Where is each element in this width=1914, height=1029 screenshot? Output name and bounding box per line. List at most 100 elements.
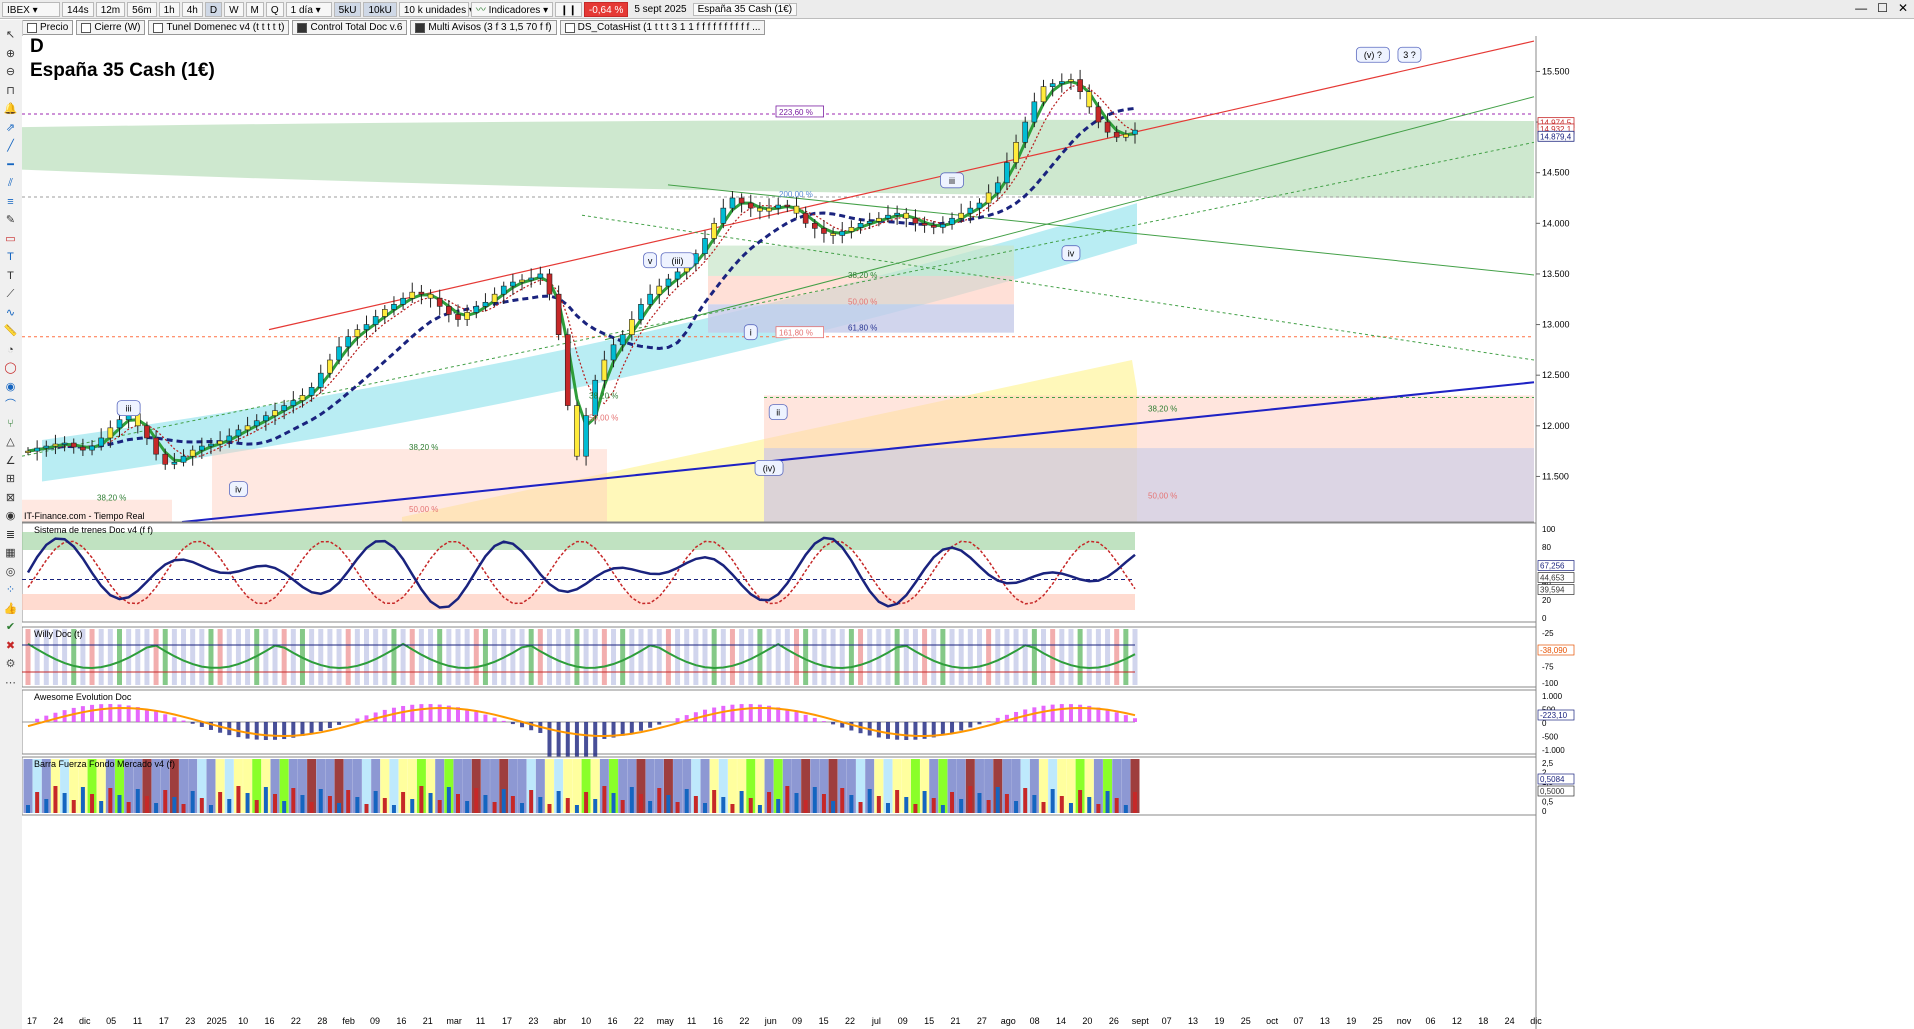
cursor-icon[interactable]: ↖ [3,28,18,42]
pause-button[interactable]: ❙❙ [555,1,582,17]
delete-icon[interactable]: ✖ [3,639,18,653]
indicator-tab[interactable]: Tunel Domenec v4 (t t t t t) [148,20,290,35]
cycle-icon[interactable]: ◔ [3,343,18,357]
timeframe-M-button[interactable]: M [245,1,264,17]
magnet-icon[interactable]: ⊓ [3,84,18,98]
fib-label: 50,00 % [409,505,438,514]
ruler-icon[interactable]: 📏 [3,324,18,338]
arrow-icon[interactable]: ⇗ [3,121,18,135]
checkbox-icon[interactable] [153,22,164,33]
zoom-out-icon[interactable]: ⊖ [3,65,18,79]
candle-body [244,425,251,431]
candle-body [272,410,278,416]
triangle-icon[interactable]: △ [3,435,18,449]
lock-icon[interactable]: ⊠ [3,491,18,505]
ao-bar [273,722,278,740]
maximize-icon[interactable]: ☐ [1877,1,1888,15]
line-icon[interactable]: ╱ [3,139,18,153]
pitchfork-icon[interactable]: ⑂ [3,417,18,431]
unit-10k-button[interactable]: 10kU [363,1,397,17]
candle-body [144,425,150,439]
symbol-select[interactable]: IBEX ▾ [2,1,60,17]
period-select[interactable]: 1 día ▾ [285,1,332,17]
ao-bar [995,717,1000,722]
ellipse-icon[interactable]: ◯ [3,361,18,375]
strength-sub-bar [135,789,140,813]
indicator-tab[interactable]: Precio [22,20,74,35]
rect-icon[interactable]: ▭ [3,232,18,246]
alert-icon[interactable]: 🔔 [3,102,18,116]
unit-5k-button[interactable]: 5kU [333,1,362,17]
more-icon[interactable]: ⋯ [3,676,18,690]
wave-icon[interactable]: ∿ [3,306,18,320]
checkbox-icon[interactable] [564,22,575,33]
timeframe-Q-button[interactable]: Q [265,1,284,17]
timeframe-12m-button[interactable]: 12m [95,1,126,17]
candle-body [976,202,983,209]
pen-icon[interactable]: ✎ [3,213,18,227]
top-toolbar: IBEX ▾ 144s 12m 56m 1h 4h D W M Q 1 día ▾ 5kU 10… [0,0,1914,19]
settings-icon[interactable]: ⚙ [3,657,18,671]
ao-bar [593,722,598,762]
angle-icon[interactable]: ∠ [3,454,18,468]
timeframe-W-button[interactable]: W [224,1,244,17]
ao-bar [885,722,890,739]
candle-body [482,301,489,307]
strength-sub-bar [931,798,936,813]
timeframe-144s-button[interactable]: 144s [62,1,94,17]
strength-sub-bar [1032,795,1037,813]
hline-icon[interactable]: ━ [3,158,18,172]
grid-icon[interactable]: ⊞ [3,472,18,486]
willy-bar [711,629,717,685]
fib-icon[interactable]: ≡ [3,195,18,209]
timeframe-D-button[interactable]: D [204,1,223,17]
willy-bar [482,629,488,685]
timeframe-1h-button[interactable]: 1h [158,1,180,17]
minimize-icon[interactable]: — [1855,1,1867,15]
candle-body [98,437,104,447]
indicator-tab[interactable]: DS_CotasHist (1 t t t 3 1 1 f f f f f f … [559,20,766,35]
indicator-tab[interactable]: Multi Avisos (3 f 3 1,5 70 f f) [410,20,557,35]
strength-sub-bar [99,801,104,813]
indicator-tab[interactable]: Control Total Doc v.6 [292,20,408,35]
chart-area[interactable]: iiiivv (iii)iii(iv)iiiiv(v) ? 3 ?223,60 %2… [22,36,1914,1029]
shape-icon[interactable]: ◉ [3,380,18,394]
thumb-icon[interactable]: 👍 [3,602,18,616]
timeframe-4h-button[interactable]: 4h [181,1,203,17]
checkbox-icon[interactable] [415,22,426,33]
channel-icon[interactable]: ⫽ [3,176,18,190]
check-icon[interactable]: ✔ [3,620,18,634]
ao-bar [904,722,909,740]
wave-label: iii [126,404,132,414]
strength-sub-bar [474,788,479,813]
label-icon[interactable]: T [3,269,18,283]
indicators-button[interactable]: 〰 Indicadores ▾ [470,1,554,17]
text-icon[interactable]: T [3,250,18,264]
arc-icon[interactable]: ⌒ [3,398,18,412]
close-icon[interactable]: ✕ [1898,1,1908,15]
eye-icon[interactable]: ◉ [3,509,18,523]
checkbox-icon[interactable] [81,22,92,33]
candle-body [400,297,406,305]
layers-icon[interactable]: ≣ [3,528,18,542]
willy-bar [153,629,159,685]
measure-icon[interactable]: ⟋ [3,287,18,301]
scatter-icon[interactable]: ⁘ [3,583,18,597]
candle-body [34,447,40,452]
candle-body [555,293,562,335]
strength-sub-bar [922,791,927,813]
checkbox-icon[interactable] [27,22,37,33]
target-icon[interactable]: ◎ [3,565,18,579]
candle-body [263,415,269,422]
candle-body [180,455,187,463]
willy-bar [1013,629,1019,685]
units-select[interactable]: 10 k unidades ▾ [398,1,474,17]
willy-bar [912,629,918,685]
indicator-tab[interactable]: Cierre (W) [76,20,146,35]
willy-bar [1077,629,1083,685]
checkbox-icon[interactable] [297,22,308,33]
zoom-in-icon[interactable]: ⊕ [3,47,18,61]
stats-icon[interactable]: ▦ [3,546,18,560]
strength-sub-bar [638,794,643,813]
timeframe-56m-button[interactable]: 56m [127,1,157,17]
